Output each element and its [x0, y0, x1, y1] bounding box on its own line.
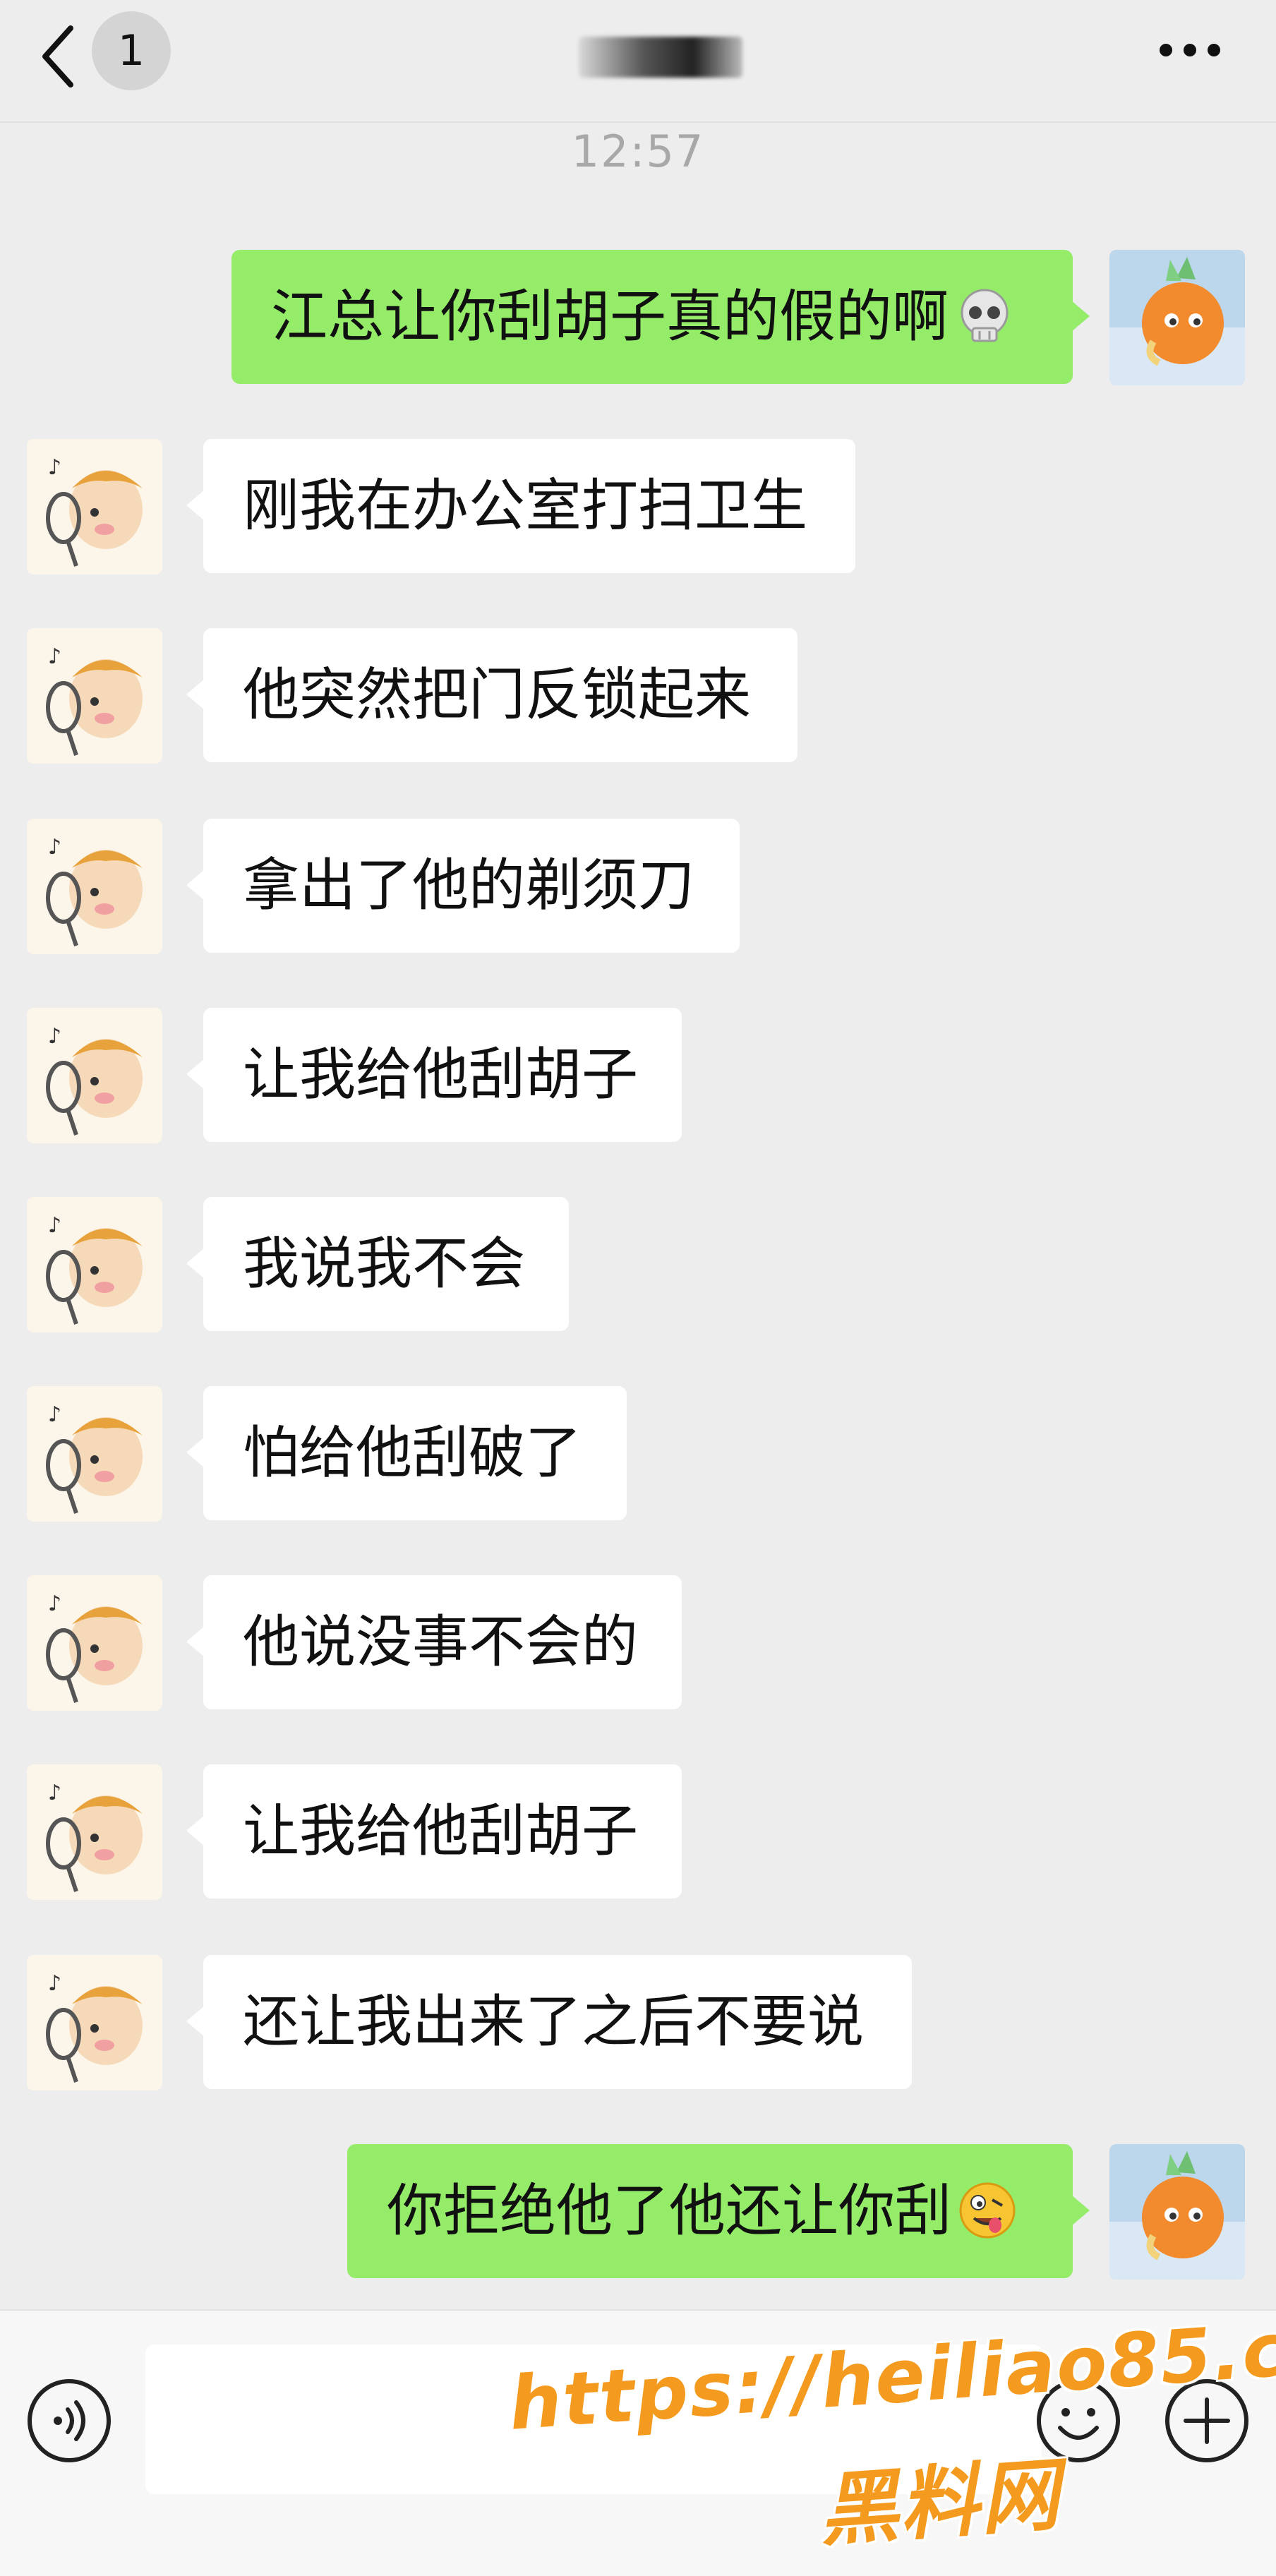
message-bubble-incoming[interactable]: 拿出了他的剃须刀 [186, 819, 740, 953]
chat-title-redacted [579, 37, 742, 78]
message-text: 拿出了他的剃须刀 [243, 853, 694, 918]
bubble-tail [186, 869, 205, 901]
contact-avatar[interactable]: ♪ [27, 1575, 162, 1711]
watermark-name: 黑料网 [816, 2449, 1064, 2558]
contact-avatar[interactable]: ♪ [27, 439, 162, 574]
bubble-tail [186, 1626, 205, 1657]
svg-text:♪: ♪ [48, 644, 61, 669]
cartoon-avatar-icon: ♪ [27, 1386, 162, 1522]
cartoon-avatar-icon: ♪ [27, 439, 162, 574]
bubble-tail [186, 1437, 205, 1468]
message-bubble-outgoing[interactable]: 江总让你刮胡子真的假的啊 [231, 250, 1090, 384]
message-text: 让我给他刮胡子 [243, 1798, 638, 1864]
contact-avatar[interactable]: ♪ [27, 1386, 162, 1522]
message-text: 让我给他刮胡子 [243, 1042, 638, 1107]
message-text: 怕给他刮破了 [243, 1420, 582, 1486]
cartoon-avatar-icon: ♪ [27, 1575, 162, 1711]
contact-avatar[interactable]: ♪ [27, 628, 162, 764]
message-text: 刚我在办公室打扫卫生 [243, 473, 807, 538]
cartoon-avatar-icon: ♪ [27, 1764, 162, 1900]
svg-text:♪: ♪ [48, 1971, 61, 1996]
message-timestamp: 12:57 [571, 126, 705, 177]
message-bubble-incoming[interactable]: 还让我出来了之后不要说 [186, 1955, 912, 2089]
message-text: 他突然把门反锁起来 [243, 662, 751, 728]
message-bubble-outgoing[interactable]: 你拒绝他了他还让你刮 [347, 2144, 1090, 2278]
bubble-tail [1071, 301, 1090, 332]
message-text: 我说我不会 [243, 1231, 525, 1296]
bubble-tail [186, 1815, 205, 1846]
message-text: 你拒绝他了他还让你刮 [387, 2178, 951, 2244]
cartoon-avatar-icon: ♪ [27, 1008, 162, 1143]
message-bubble-incoming[interactable]: 我说我不会 [186, 1197, 569, 1331]
my-avatar[interactable] [1109, 2144, 1245, 2280]
bubble-tail [186, 679, 205, 710]
contact-avatar[interactable]: ♪ [27, 1955, 162, 2090]
nav-bar: 1 [0, 0, 1276, 123]
unread-count-badge[interactable]: 1 [92, 11, 171, 90]
bubble-tail [186, 2006, 205, 2037]
my-avatar[interactable] [1109, 250, 1245, 385]
message-bubble-incoming[interactable]: 让我给他刮胡子 [186, 1008, 682, 1142]
carrot-avatar-icon [1109, 250, 1245, 385]
svg-text:♪: ♪ [48, 835, 61, 860]
message-bubble-incoming[interactable]: 他突然把门反锁起来 [186, 628, 798, 762]
message-bubble-incoming[interactable]: 怕给他刮破了 [186, 1386, 627, 1520]
svg-text:♪: ♪ [48, 1213, 61, 1238]
bubble-tail [186, 490, 205, 521]
svg-text:♪: ♪ [48, 455, 61, 480]
svg-text:♪: ♪ [48, 1402, 61, 1427]
bubble-tail [1071, 2195, 1090, 2226]
contact-avatar[interactable]: ♪ [27, 1197, 162, 1332]
contact-avatar[interactable]: ♪ [27, 1008, 162, 1143]
contact-avatar[interactable]: ♪ [27, 1764, 162, 1900]
cartoon-avatar-icon: ♪ [27, 1955, 162, 2090]
svg-text:♪: ♪ [48, 1591, 61, 1616]
cartoon-avatar-icon: ♪ [27, 628, 162, 764]
bubble-tail [186, 1248, 205, 1279]
svg-text:♪: ♪ [48, 1781, 61, 1805]
message-bubble-incoming[interactable]: 他说没事不会的 [186, 1575, 682, 1709]
message-text: 江总让你刮胡子真的假的啊 [271, 284, 949, 349]
cartoon-avatar-icon: ♪ [27, 1197, 162, 1332]
message-bubble-incoming[interactable]: 刚我在办公室打扫卫生 [186, 439, 855, 573]
voice-icon[interactable] [25, 2377, 113, 2464]
zany-face-emoji-icon [959, 2182, 1016, 2239]
carrot-avatar-icon [1109, 2144, 1245, 2280]
chevron-left-icon[interactable] [37, 21, 79, 92]
bubble-tail [186, 1059, 205, 1090]
message-text: 他说没事不会的 [243, 1609, 638, 1675]
cartoon-avatar-icon: ♪ [27, 819, 162, 954]
skull-emoji-icon [961, 289, 1009, 342]
svg-text:♪: ♪ [48, 1024, 61, 1049]
contact-avatar[interactable]: ♪ [27, 819, 162, 954]
message-text: 还让我出来了之后不要说 [243, 1989, 864, 2054]
more-dots-icon[interactable] [1157, 40, 1222, 61]
message-bubble-incoming[interactable]: 让我给他刮胡子 [186, 1764, 682, 1898]
